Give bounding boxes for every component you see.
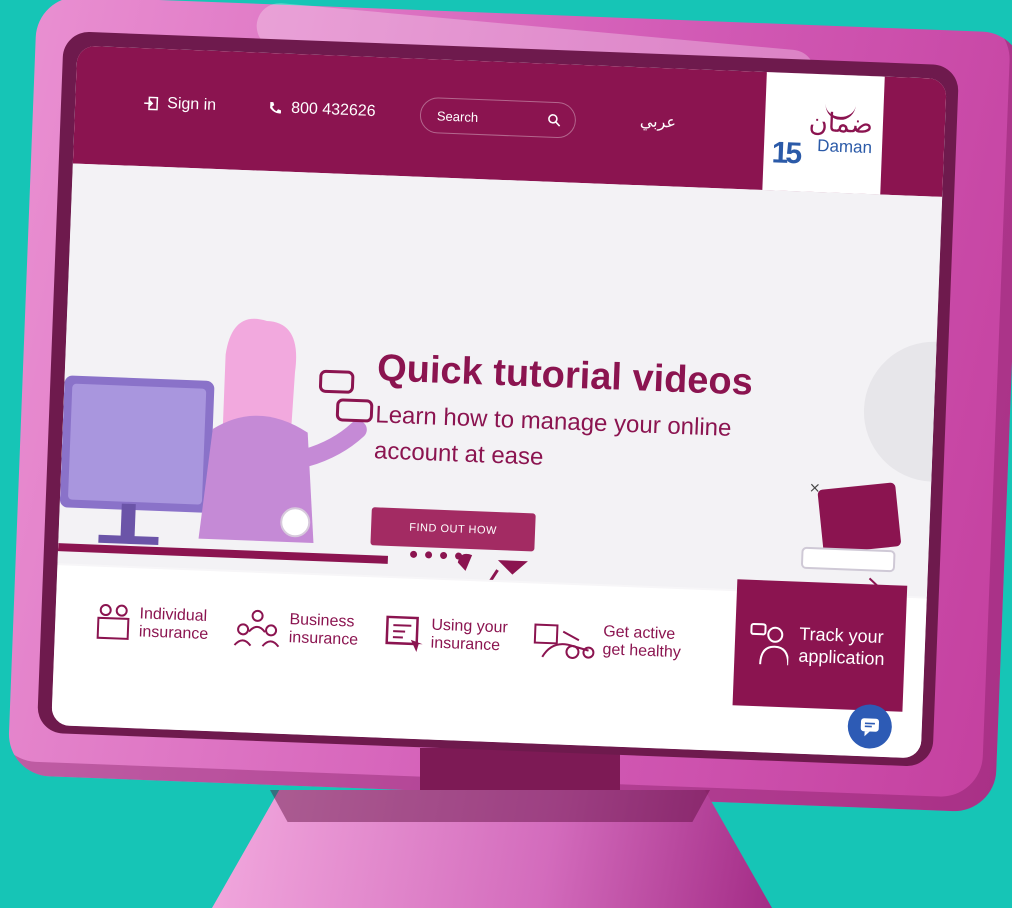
hero-banner: × Quick tutorial videos Learn how to man…: [57, 163, 943, 597]
search-input[interactable]: [434, 106, 530, 128]
phone-link[interactable]: 800 432626: [267, 99, 376, 121]
tile-using-insurance[interactable]: Using your insurance: [383, 578, 510, 693]
tile-business-insurance[interactable]: Business insurance: [231, 572, 361, 687]
family-icon: [96, 604, 130, 640]
daman-logo[interactable]: 15 ضمان Daman: [762, 72, 885, 195]
anniversary-badge: 15: [771, 136, 800, 171]
search-box[interactable]: [419, 96, 577, 139]
carousel-dot[interactable]: [454, 552, 463, 560]
monitor-stand-shadow: [270, 790, 710, 822]
service-tiles: Individual insurance Business insurance: [51, 565, 927, 759]
screen: Sign in 800 432626 عربي 15 ضمان Daman: [51, 45, 947, 759]
phone-number: 800 432626: [290, 99, 376, 121]
sign-in-link[interactable]: Sign in: [143, 94, 217, 115]
carousel-dot[interactable]: [409, 550, 418, 558]
tile-track-application[interactable]: Track your application: [732, 579, 908, 712]
illustration-cup-icon: [280, 507, 311, 538]
fitness-icon: [533, 623, 595, 660]
find-out-how-button[interactable]: FIND OUT HOW: [370, 507, 536, 552]
speech-bubble-icon: [318, 369, 355, 394]
tile-line1: Track your: [798, 623, 885, 647]
card-click-icon: [385, 615, 423, 653]
tile-line2: insurance: [288, 629, 359, 649]
phone-icon: [270, 102, 282, 114]
search-icon[interactable]: [547, 113, 562, 128]
tile-line2: get healthy: [602, 641, 682, 662]
tile-line2: application: [798, 645, 885, 669]
carousel-dot[interactable]: [424, 551, 433, 559]
chat-icon: [860, 718, 880, 737]
sign-in-icon: [144, 96, 159, 111]
person-track-icon: [750, 622, 790, 666]
tile-line2: insurance: [430, 634, 501, 655]
illustration-laptop-icon: [817, 482, 901, 554]
tile-individual-insurance[interactable]: Individual insurance: [93, 567, 211, 681]
svg-text:×: ×: [809, 480, 821, 496]
logo-english-text: Daman: [816, 136, 873, 158]
tile-line2: insurance: [138, 623, 209, 644]
sign-in-label: Sign in: [166, 95, 217, 114]
group-icon: [233, 609, 280, 648]
carousel-dot[interactable]: [439, 551, 448, 560]
language-switch[interactable]: عربي: [639, 111, 677, 132]
tile-get-active[interactable]: Get active get healthy: [531, 584, 683, 700]
